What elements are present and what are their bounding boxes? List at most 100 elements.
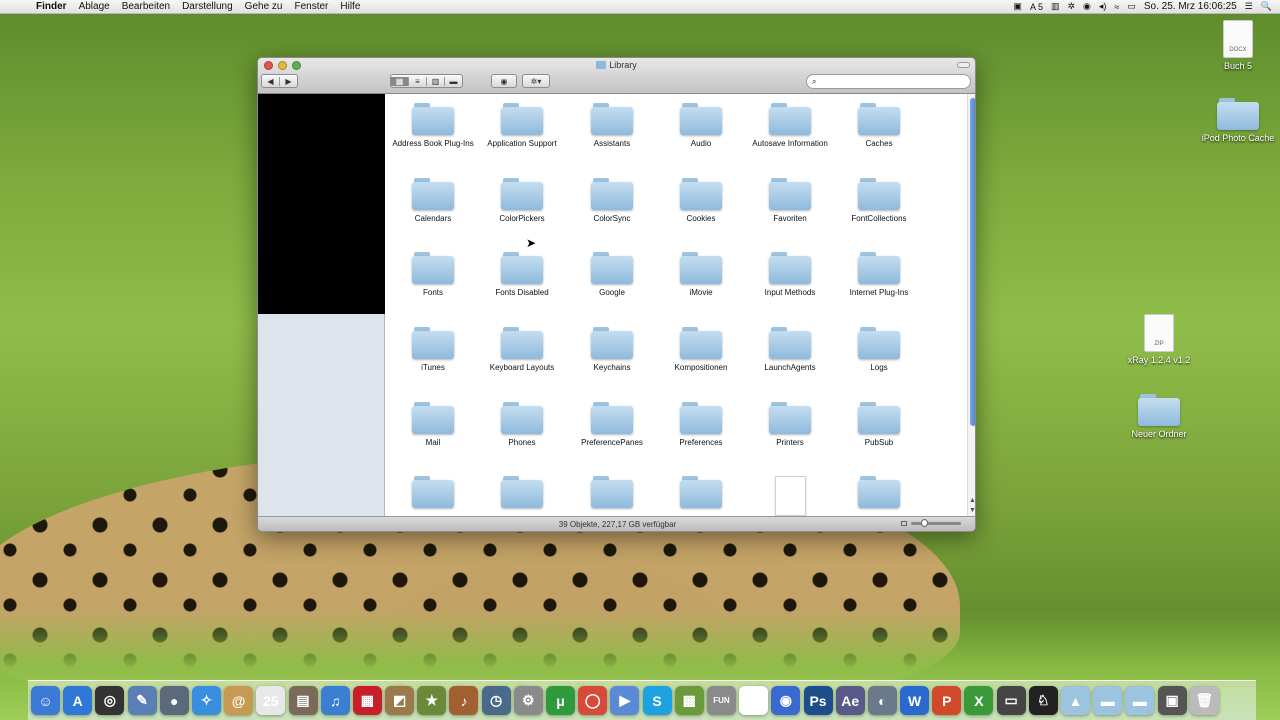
menu-ablage[interactable]: Ablage (73, 1, 116, 12)
folder-item[interactable]: Fonts (388, 252, 478, 298)
dock-app-icon[interactable]: Ps (803, 686, 833, 715)
quicklook-button[interactable]: ◉ (491, 74, 517, 88)
folder-item[interactable]: Application Support (477, 103, 567, 149)
icon-size-slider[interactable] (911, 519, 961, 527)
list-view-button[interactable]: ≡ (408, 76, 426, 86)
folder-item[interactable]: Cookies (656, 178, 746, 224)
dock-app-icon[interactable]: X (964, 686, 994, 715)
forward-button[interactable]: ▶ (279, 76, 297, 86)
desktop-icon-buch-5[interactable]: DOCX Buch 5 (1193, 20, 1280, 71)
vertical-scrollbar[interactable]: ▲ ▼ (967, 94, 975, 518)
spotlight-icon[interactable]: 🔍 (1261, 1, 1272, 12)
desktop-icon-ipod-photo-cache[interactable]: iPod Photo Cache (1193, 98, 1280, 143)
column-view-button[interactable]: ▥ (426, 76, 444, 86)
folder-item[interactable]: Input Methods (745, 252, 835, 298)
partial-item[interactable] (656, 476, 746, 512)
menu-gehe-zu[interactable]: Gehe zu (239, 1, 289, 12)
slider-knob[interactable] (921, 519, 928, 527)
search-field[interactable]: ⌕ (806, 74, 971, 89)
dock-app-icon[interactable]: S (642, 686, 672, 715)
partial-item[interactable] (745, 476, 835, 516)
dock-app-icon[interactable]: ♜ (739, 686, 769, 715)
folder-item[interactable]: LaunchAgents (745, 327, 835, 373)
dock-app-icon[interactable]: ▭ (996, 686, 1026, 715)
wifi-icon[interactable]: ≈ (1114, 2, 1119, 12)
menu-finder[interactable]: Finder (30, 1, 73, 12)
dock-app-icon[interactable]: ✧ (191, 686, 221, 715)
folder-item[interactable]: Internet Plug-Ins (834, 252, 924, 298)
folder-item[interactable]: Keyboard Layouts (477, 327, 567, 373)
search-input[interactable] (819, 77, 960, 86)
dock-app-icon[interactable]: ✎ (127, 686, 157, 715)
folder-item[interactable]: Logs (834, 327, 924, 373)
dock-app-icon[interactable]: ▬ (1093, 686, 1123, 715)
folder-item[interactable]: Preferences (656, 402, 746, 448)
dock-app-icon[interactable]: ◯ (578, 686, 608, 715)
menu-fenster[interactable]: Fenster (288, 1, 334, 12)
desktop-icon-xray[interactable]: ZIP xRay 1.2.4 v1.2 (1114, 314, 1204, 365)
partial-item[interactable] (567, 476, 657, 512)
folder-item[interactable]: Assistants (567, 103, 657, 149)
action-menu-button[interactable]: ✲▾ (522, 74, 550, 88)
dock-app-icon[interactable]: ▣ (1157, 686, 1187, 715)
dock-app-icon[interactable]: P (932, 686, 962, 715)
icon-view-button[interactable]: ▦ (391, 76, 408, 86)
toolbar-toggle-button[interactable] (957, 62, 970, 68)
battery-status-icon[interactable]: ▥ (1051, 1, 1060, 12)
dock-app-icon[interactable]: μ (546, 686, 575, 715)
dock-app-icon[interactable]: ☺ (31, 686, 60, 715)
battery-icon[interactable]: ▭ (1127, 1, 1136, 12)
bluetooth-icon[interactable]: ✲ (1067, 1, 1075, 12)
folder-item[interactable]: Keychains (567, 327, 657, 373)
folder-item[interactable]: Google (567, 252, 657, 298)
scroll-down-arrow-icon[interactable]: ▼ (969, 507, 975, 514)
folder-item[interactable]: FontCollections (834, 178, 924, 224)
partial-item[interactable] (834, 476, 924, 512)
dock-app-icon[interactable]: ▤ (288, 686, 318, 715)
folder-item[interactable]: Mail (388, 402, 478, 448)
dock-app-icon[interactable]: ◩ (385, 686, 415, 715)
back-button[interactable]: ◀ (262, 77, 279, 86)
dock-app-icon[interactable]: ● (159, 686, 189, 715)
folder-item[interactable]: Kompositionen (656, 327, 746, 373)
folder-item[interactable]: ColorPickers (477, 178, 567, 224)
dock-app-icon[interactable]: ★ (417, 686, 447, 715)
dock-app-icon[interactable]: ▩ (674, 686, 704, 715)
menu-darstellung[interactable]: Darstellung (176, 1, 239, 12)
folder-item[interactable]: Address Book Plug-Ins (388, 103, 478, 149)
menu-hilfe[interactable]: Hilfe (334, 1, 366, 12)
folder-item[interactable]: Calendars (388, 178, 478, 224)
desktop-icon-neuer-ordner[interactable]: Neuer Ordner (1114, 394, 1204, 439)
clock[interactable]: So. 25. Mrz 16:06:25 (1144, 1, 1237, 12)
folder-item[interactable]: Caches (834, 103, 924, 149)
partial-item[interactable] (477, 476, 567, 512)
folder-item[interactable]: Favoriten (745, 178, 835, 224)
dock-app-icon[interactable]: ♪ (449, 686, 479, 715)
dock-app-icon[interactable]: ⚙ (513, 686, 543, 715)
dock-app-icon[interactable]: @ (224, 686, 254, 715)
folder-item[interactable]: iMovie (656, 252, 746, 298)
dock-app-icon[interactable]: A (63, 686, 93, 715)
folder-item[interactable]: Fonts Disabled (477, 252, 567, 298)
dock-app-icon[interactable]: ♫ (320, 686, 350, 715)
folder-item[interactable]: Autosave Information (745, 103, 835, 149)
folder-item[interactable]: PreferencePanes (567, 402, 657, 448)
folder-item[interactable]: Audio (656, 103, 746, 149)
dock-app-icon[interactable]: ▶ (610, 686, 640, 715)
folder-item[interactable]: Phones (477, 402, 567, 448)
dock-app-icon[interactable]: Ae (835, 686, 865, 715)
folder-item[interactable]: ColorSync (567, 178, 657, 224)
partial-item[interactable] (388, 476, 478, 512)
time-machine-icon[interactable]: ◉ (1083, 1, 1091, 12)
icon-view[interactable]: Address Book Plug-Ins Application Support… (386, 94, 966, 518)
scrollbar-thumb[interactable] (970, 98, 975, 426)
dock-app-icon[interactable]: ♘ (1028, 686, 1058, 715)
folder-item[interactable]: Printers (745, 402, 835, 448)
menu-bearbeiten[interactable]: Bearbeiten (116, 1, 176, 12)
dock-app-icon[interactable]: 25 (256, 686, 286, 715)
dock-app-icon[interactable]: ▲ (1061, 686, 1090, 715)
dock-app-icon[interactable]: ◎ (95, 686, 125, 715)
sidebar[interactable] (258, 314, 385, 518)
dock-app-icon[interactable]: ▬ (1125, 686, 1155, 715)
scroll-up-arrow-icon[interactable]: ▲ (969, 497, 975, 504)
